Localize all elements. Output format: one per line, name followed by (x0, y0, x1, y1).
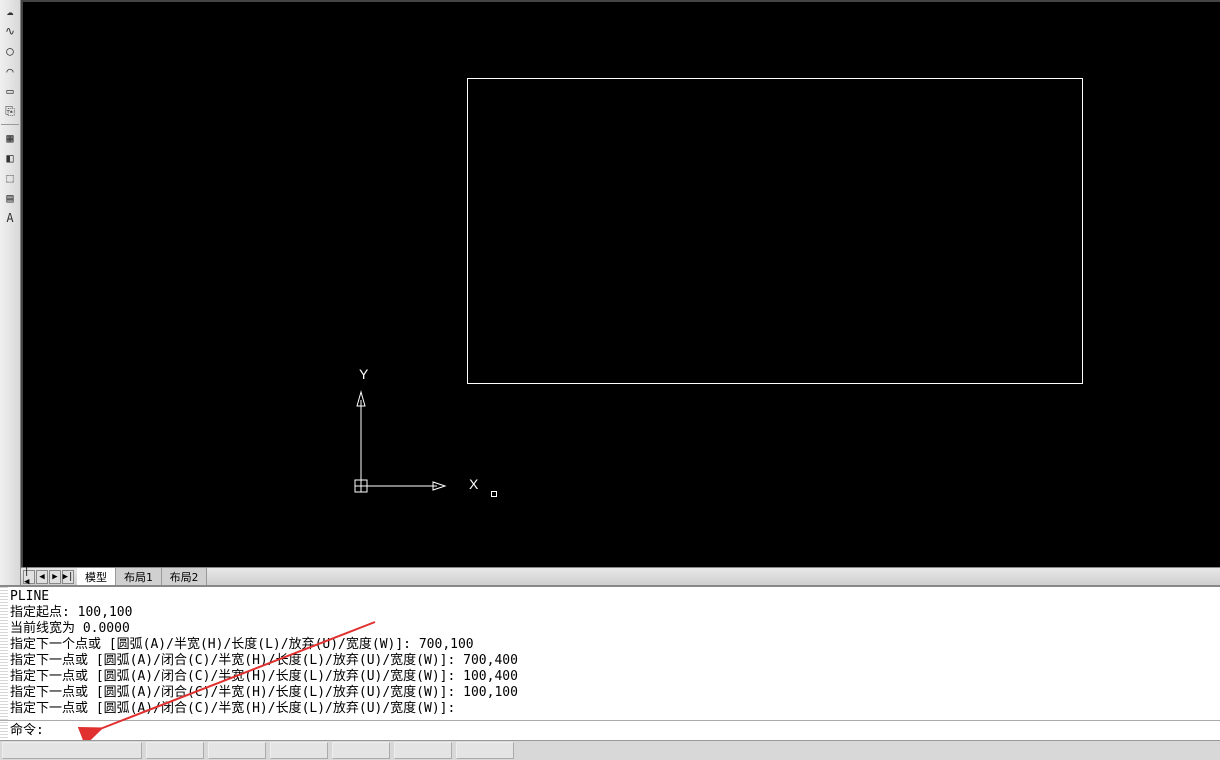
canvas-wrap: Y X |◀◀▶▶| 模型布局1布局2 (21, 0, 1220, 585)
ucs-y-label: Y (359, 366, 368, 382)
status-cell (2, 742, 142, 759)
layout-tabs: 模型布局1布局2 (77, 568, 207, 585)
tool-text[interactable]: A (1, 209, 19, 227)
tab-nav-buttons: |◀◀▶▶| (21, 568, 77, 585)
layout-tab-1[interactable]: 布局1 (116, 568, 162, 585)
workspace: ☁ ∿ ◯ ⌒ ▭ ⎘ ▦ ◧ ⬚ ▤ A (0, 0, 1220, 585)
tab-nav-0[interactable]: |◀ (23, 570, 35, 584)
status-cell[interactable] (332, 742, 390, 759)
layout-tabs-bar: |◀◀▶▶| 模型布局1布局2 (21, 567, 1220, 585)
tab-nav-3[interactable]: ▶| (62, 570, 74, 584)
command-input[interactable] (44, 723, 1220, 738)
layout-tab-0[interactable]: 模型 (77, 568, 116, 585)
drawing-canvas[interactable]: Y X (21, 0, 1220, 567)
draw-toolbar: ☁ ∿ ◯ ⌒ ▭ ⎘ ▦ ◧ ⬚ ▤ A (0, 0, 21, 585)
layout-tab-2[interactable]: 布局2 (162, 568, 208, 585)
tool-insert[interactable]: ⎘ (1, 102, 19, 120)
tool-table[interactable]: ▤ (1, 189, 19, 207)
command-line: 命令: (0, 720, 1220, 740)
tool-gradient[interactable]: ◧ (1, 149, 19, 167)
tool-spline[interactable]: ∿ (1, 22, 19, 40)
tool-hatch[interactable]: ▦ (1, 129, 19, 147)
pickbox-cursor (491, 491, 497, 497)
tool-block[interactable]: ▭ (1, 82, 19, 100)
status-cell[interactable] (456, 742, 514, 759)
tool-arc[interactable]: ⌒ (1, 62, 19, 80)
status-bar (0, 740, 1220, 760)
tool-cloud[interactable]: ☁ (1, 2, 19, 20)
tool-ellipse[interactable]: ◯ (1, 42, 19, 60)
command-window: PLINE 指定起点: 100,100 当前线宽为 0.0000 指定下一个点或… (0, 585, 1220, 740)
tab-nav-1[interactable]: ◀ (36, 570, 48, 584)
status-cell[interactable] (394, 742, 452, 759)
toolbar-separator (1, 124, 19, 125)
status-cell[interactable] (146, 742, 204, 759)
command-prompt: 命令: (10, 723, 44, 739)
command-history[interactable]: PLINE 指定起点: 100,100 当前线宽为 0.0000 指定下一个点或… (0, 587, 1220, 720)
grip-handle[interactable] (0, 587, 8, 740)
status-cell[interactable] (208, 742, 266, 759)
tool-region[interactable]: ⬚ (1, 169, 19, 187)
tab-nav-2[interactable]: ▶ (49, 570, 61, 584)
ucs-x-label: X (469, 476, 478, 492)
status-cell[interactable] (270, 742, 328, 759)
app-root: ☁ ∿ ◯ ⌒ ▭ ⎘ ▦ ◧ ⬚ ▤ A (0, 0, 1220, 760)
drawn-rectangle[interactable] (467, 78, 1083, 384)
